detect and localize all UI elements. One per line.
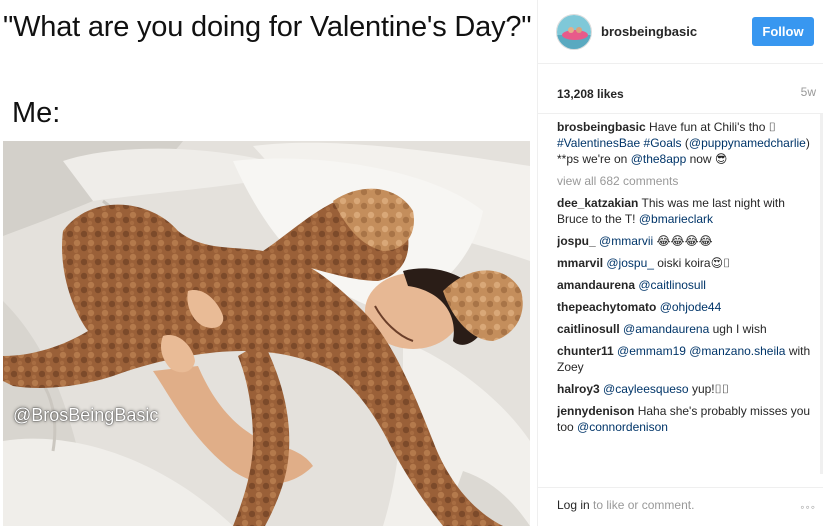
mention-link[interactable]: @puppynamedcharlie (689, 136, 806, 150)
mention-link[interactable]: @connordenison (577, 420, 668, 434)
comment-author[interactable]: thepeachytomato (557, 300, 656, 314)
photo-watermark: @BrosBeingBasic (13, 405, 159, 425)
comment-text: ugh I wish (709, 322, 767, 336)
more-options-icon[interactable]: ◦◦◦ (800, 500, 816, 514)
post-age[interactable]: 5w (801, 85, 816, 99)
login-prompt-text: to like or comment. (589, 498, 695, 512)
follow-button[interactable]: Follow (752, 17, 814, 46)
comment-author[interactable]: dee_katzakian (557, 196, 638, 210)
view-all-comments-link[interactable]: view all 682 comments (557, 173, 819, 189)
caption-text: now 😎 (686, 152, 728, 166)
photo-man-with-dog: @BrosBeingBasic (3, 141, 530, 526)
caption-comment: brosbeingbasic Have fun at Chili's tho ⌷… (557, 120, 810, 166)
comment-item: thepeachytomato @ohjode44 (557, 299, 819, 315)
comment-item: chunter11 @emmam19 @manzano.sheila with … (557, 343, 819, 375)
comment-item: jospu_ @mmarvii 😂😂😂😂 (557, 233, 819, 249)
comment-author[interactable]: chunter11 (557, 344, 614, 358)
mention-link[interactable]: @mmarvii (599, 234, 653, 248)
username-link[interactable]: brosbeingbasic (601, 24, 697, 39)
mention-link[interactable]: @bmarieclark (639, 212, 713, 226)
likes-count[interactable]: 13,208 likes (557, 87, 624, 101)
avatar[interactable] (556, 14, 592, 50)
login-prompt: Log in to like or comment. (557, 498, 694, 512)
hashtag-link[interactable]: #ValentinesBae (557, 136, 640, 150)
comment-item: caitlinosull @amandaurena ugh I wish (557, 321, 819, 337)
comments-list: brosbeingbasic Have fun at Chili's tho ⌷… (557, 119, 819, 475)
login-link[interactable]: Log in (557, 498, 590, 512)
photo-illustration (3, 141, 530, 526)
post-image[interactable]: "What are you doing for Valentine's Day?… (0, 0, 537, 526)
comment-item: halroy3 @cayleesqueso yup!⌷⌷ (557, 381, 819, 397)
comment-author[interactable]: halroy3 (557, 382, 600, 396)
avatar-image (557, 15, 591, 49)
mention-link[interactable]: @cayleesqueso (603, 382, 689, 396)
comment-author[interactable]: jennydenison (557, 404, 634, 418)
emoji-box: ⌷ (768, 120, 776, 134)
comment-author[interactable]: mmarvil (557, 256, 603, 270)
mention-link[interactable]: @amandaurena (623, 322, 709, 336)
comment-item: dee_katzakian This was me last night wit… (557, 195, 819, 227)
post-footer: Log in to like or comment. ◦◦◦ (538, 487, 823, 526)
mention-link[interactable]: @ohjode44 (660, 300, 722, 314)
post-header: brosbeingbasic Follow (538, 0, 823, 64)
comment-author[interactable]: caitlinosull (557, 322, 620, 336)
mention-link[interactable]: @emmam19 @manzano.sheila (617, 344, 785, 358)
comment-author[interactable]: brosbeingbasic (557, 120, 646, 134)
comment-item: jennydenison Haha she's probably misses … (557, 403, 819, 435)
comment-item: amandaurena @caitlinosull (557, 277, 819, 293)
mention-link[interactable]: @caitlinosull (638, 278, 706, 292)
comment-text: 😂😂😂😂 (653, 234, 713, 248)
comment-text: oiski koira😍⌷ (653, 256, 731, 270)
likes-row: 13,208 likes 5w (538, 64, 823, 114)
comment-item: mmarvil @jospu_ oiski koira😍⌷ (557, 255, 819, 271)
mention-link[interactable]: @the8app (631, 152, 687, 166)
comment-author[interactable]: jospu_ (557, 234, 596, 248)
post-sidebar: brosbeingbasic Follow 13,208 likes 5w br… (537, 0, 823, 526)
comment-author[interactable]: amandaurena (557, 278, 635, 292)
meme-question-text: "What are you doing for Valentine's Day?… (3, 11, 532, 43)
comment-text: yup!⌷⌷ (688, 382, 730, 396)
meme-me-text: Me: (12, 97, 61, 129)
mention-link[interactable]: @jospu_ (606, 256, 654, 270)
caption-text: Have fun at Chili's tho (649, 120, 769, 134)
hashtag-link[interactable]: #Goals (644, 136, 682, 150)
